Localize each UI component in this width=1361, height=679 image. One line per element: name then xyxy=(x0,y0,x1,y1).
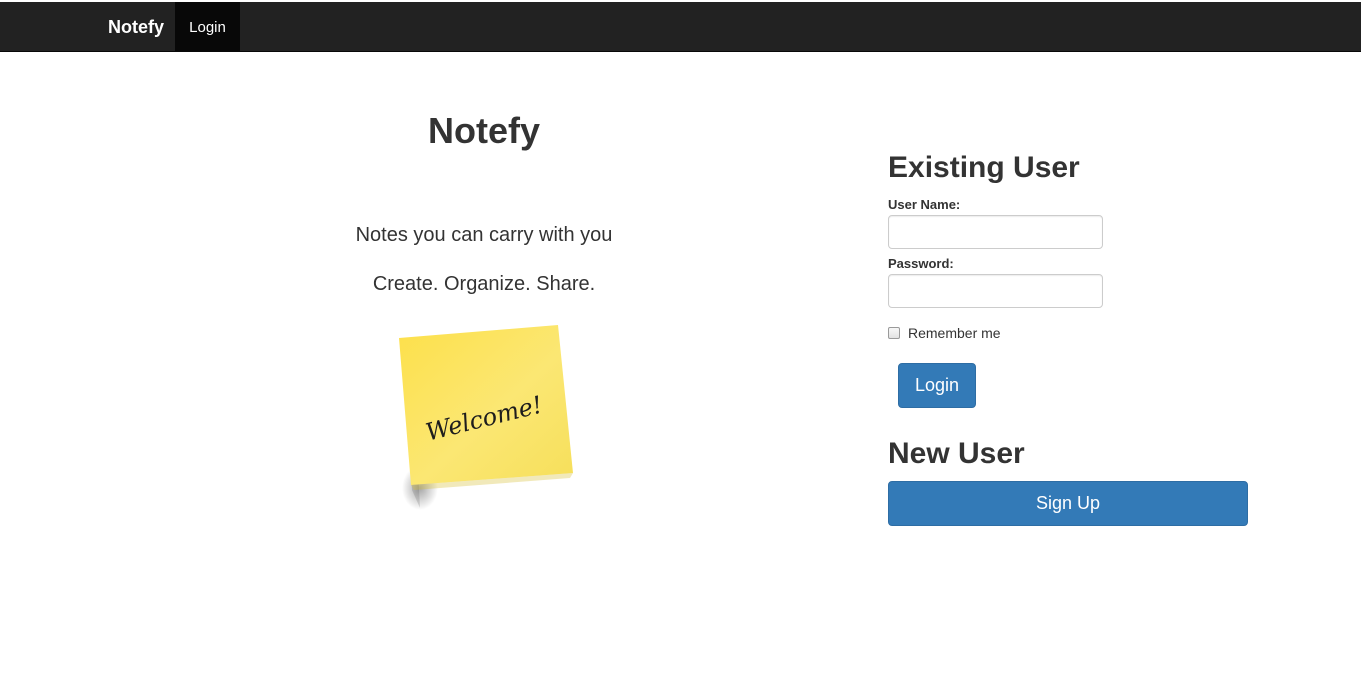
login-button[interactable]: Login xyxy=(898,363,976,408)
sign-up-button[interactable]: Sign Up xyxy=(888,481,1248,526)
remember-me-checkbox[interactable] xyxy=(888,327,900,339)
hero-subtagline: Create. Organize. Share. xyxy=(372,273,596,295)
nav-login-link[interactable]: Login xyxy=(175,2,240,52)
brand-link[interactable]: Notefy xyxy=(108,17,164,37)
username-input[interactable] xyxy=(888,215,1103,249)
username-label: User Name: xyxy=(888,197,961,212)
top-navbar: Notefy Login xyxy=(0,2,1361,52)
hero-tagline: Notes you can carry with you xyxy=(355,224,613,246)
remember-me-label[interactable]: Remember me xyxy=(908,325,1001,341)
remember-me-row: Remember me xyxy=(888,325,1001,341)
password-input[interactable] xyxy=(888,274,1103,308)
new-user-heading: New User xyxy=(888,437,1025,470)
password-label: Password: xyxy=(888,256,954,271)
welcome-sticky-note-image: Welcome! xyxy=(390,318,590,518)
existing-user-heading: Existing User xyxy=(888,151,1080,184)
hero-title: Notefy xyxy=(427,110,540,151)
